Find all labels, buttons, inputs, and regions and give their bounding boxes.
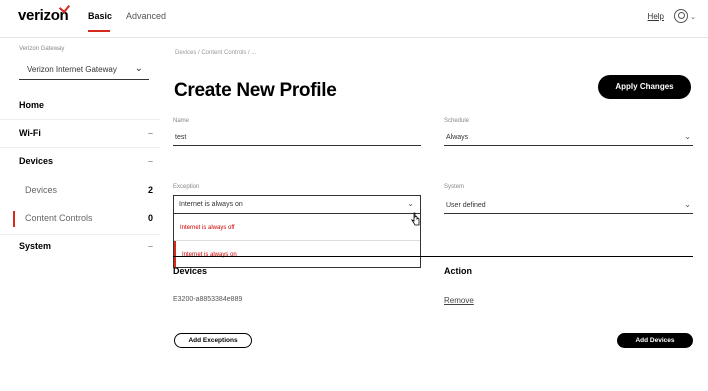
action-column-header: Action	[444, 266, 472, 276]
devices-column-header: Devices	[173, 266, 208, 276]
device-count-badge: 2	[147, 185, 153, 195]
add-devices-button[interactable]: Add Devices	[617, 333, 693, 348]
name-input[interactable]: test	[173, 128, 421, 146]
exception-label: Exception	[173, 184, 200, 190]
apply-changes-button[interactable]: Apply Changes	[598, 75, 691, 99]
sidebar-item-label: Content Controls	[25, 213, 93, 223]
breadcrumb[interactable]: Devices / Content Controls / ...	[175, 50, 256, 56]
device-name-cell: E3200-a8853384e889	[173, 296, 243, 303]
content-controls-count-badge: 0	[147, 213, 153, 223]
tab-basic[interactable]: Basic	[88, 11, 112, 21]
mouse-cursor-icon	[411, 212, 420, 226]
schedule-label: Schedule	[444, 118, 470, 124]
gateway-label: Verizon Gateway	[19, 46, 65, 52]
sidebar-item-devices[interactable]: Devices –	[19, 156, 153, 166]
active-nav-indicator	[13, 211, 15, 227]
chevron-down-icon: ⌄	[134, 63, 143, 74]
add-exceptions-button[interactable]: Add Exceptions	[174, 333, 252, 348]
system-select-value: User defined	[446, 202, 486, 209]
divider	[0, 234, 160, 235]
sidebar-item-system[interactable]: System –	[19, 241, 153, 251]
sidebar-item-wifi[interactable]: Wi-Fi –	[19, 128, 153, 138]
divider	[0, 119, 160, 120]
exception-dropdown-menu: Internet is always off Internet is alway…	[173, 214, 421, 268]
chevron-down-icon: ⌄	[684, 132, 691, 141]
system-label: System	[444, 184, 465, 190]
sidebar-item-label: Devices	[19, 156, 54, 166]
top-bar: verizon Basic Advanced Help ⌄	[0, 0, 708, 38]
divider	[0, 147, 160, 148]
dropdown-option-always-off[interactable]: Internet is always off	[174, 214, 420, 241]
sidebar-item-label: Home	[19, 100, 45, 110]
gateway-select-value: Verizon Internet Gateway	[27, 65, 117, 74]
sidebar-item-home[interactable]: Home	[19, 100, 153, 110]
gateway-select[interactable]: Verizon Internet Gateway ⌄	[19, 58, 149, 80]
page-title: Create New Profile	[174, 80, 337, 101]
sidebar-item-label: Devices	[25, 185, 58, 195]
sidebar-item-devices-list[interactable]: Devices 2	[25, 185, 153, 195]
tab-advanced[interactable]: Advanced	[126, 11, 166, 21]
remove-device-link[interactable]: Remove	[444, 296, 474, 305]
sidebar-item-label: System	[19, 241, 52, 251]
chevron-down-icon[interactable]: ⌄	[690, 13, 696, 21]
sidebar-item-label: Wi-Fi	[19, 128, 41, 138]
active-tab-indicator	[88, 30, 110, 32]
collapse-icon: –	[147, 128, 153, 138]
schedule-select[interactable]: Always ⌄	[444, 128, 693, 146]
name-label: Name	[173, 118, 190, 124]
name-input-value: test	[175, 134, 187, 141]
exception-select[interactable]: Internet is always on ⌄	[173, 195, 421, 214]
dropdown-option-always-on[interactable]: Internet is always on	[174, 241, 420, 268]
collapse-icon: –	[147, 156, 153, 166]
exception-select-value: Internet is always on	[179, 201, 243, 208]
collapse-icon: –	[147, 241, 153, 251]
chevron-down-icon: ⌄	[684, 200, 691, 209]
schedule-select-value: Always	[446, 134, 469, 141]
section-divider	[173, 256, 693, 257]
system-select[interactable]: User defined ⌄	[444, 196, 693, 214]
sidebar-item-content-controls[interactable]: Content Controls 0	[25, 213, 153, 223]
help-link[interactable]: Help	[648, 12, 664, 21]
chevron-down-icon: ⌄	[407, 199, 414, 208]
user-account-icon[interactable]	[674, 9, 688, 23]
